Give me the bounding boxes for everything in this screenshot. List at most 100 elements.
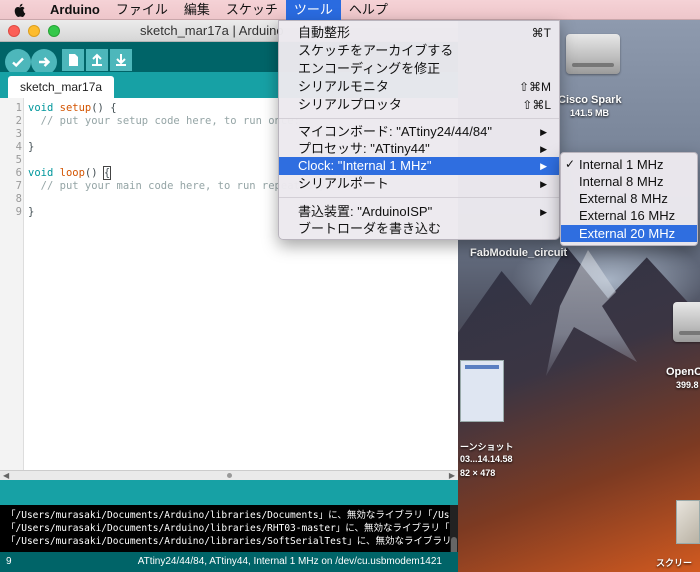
clock-option-external-8mhz[interactable]: External 8 MHz: [561, 190, 697, 207]
window-title: sketch_mar17a | Arduino: [140, 23, 284, 38]
submenu-arrow-icon: ▶: [540, 179, 547, 189]
menu-separator: [279, 118, 559, 119]
submenu-arrow-icon: ▶: [540, 161, 547, 171]
menu-item-archive-sketch[interactable]: スケッチをアーカイブする: [279, 42, 559, 60]
console-line: 「/Users/murasaki/Documents/Arduino/libra…: [6, 510, 458, 521]
menu-item-label: シリアルポート: [298, 176, 389, 191]
save-sketch-button[interactable]: [110, 49, 132, 71]
shortcut-label: ⌘T: [531, 26, 551, 40]
clock-option-label: External 20 MHz: [579, 226, 676, 241]
menu-item-label: シリアルモニタ: [298, 79, 389, 94]
menu-item-board[interactable]: マイコンボード: "ATtiny24/44/84" ▶: [279, 123, 559, 141]
code-line[interactable]: }: [28, 141, 34, 154]
open-arrow-icon: [92, 53, 102, 66]
console-vertical-scrollbar[interactable]: [450, 505, 458, 558]
menu-item-label: マイコンボード: "ATtiny24/44/84": [298, 124, 492, 139]
tools-menu-dropdown: 自動整形 ⌘T スケッチをアーカイブする エンコーディングを修正 シリアルモニタ ⇧…: [278, 20, 560, 240]
code-line[interactable]: void setup() {: [28, 102, 117, 115]
open-sketch-button[interactable]: [86, 49, 108, 71]
console-line: 「/Users/murasaki/Documents/Arduino/libra…: [6, 523, 458, 534]
fabmodule-folder-label[interactable]: FabModule_circuit: [470, 247, 567, 259]
menu-item-label: ブートローダを書き込む: [298, 221, 442, 236]
code-text: (): [84, 167, 104, 179]
menu-separator: [279, 197, 559, 198]
line-number: 9: [15, 206, 22, 218]
clock-option-internal-1mhz[interactable]: ✓ Internal 1 MHz: [561, 156, 697, 173]
menu-item-auto-format[interactable]: 自動整形 ⌘T: [279, 24, 559, 42]
menu-item-serial-plotter[interactable]: シリアルプロッタ ⇧⌘L: [279, 96, 559, 114]
cisco-spark-drive-icon[interactable]: [566, 34, 620, 74]
right-arrow-icon: [39, 57, 51, 67]
menu-edit[interactable]: 編集: [176, 0, 218, 20]
menu-help[interactable]: ヘルプ: [341, 0, 396, 20]
editor-horizontal-scrollbar[interactable]: ◀ ▶: [0, 470, 458, 480]
close-window-button[interactable]: [8, 25, 20, 37]
line-number: 7: [15, 180, 22, 192]
clock-option-external-20mhz[interactable]: External 20 MHz: [561, 225, 697, 242]
menu-arduino[interactable]: Arduino: [42, 0, 108, 20]
code-line[interactable]: void loop() {: [28, 166, 112, 180]
thumbnail-bar: [465, 365, 499, 369]
menu-item-serial-port[interactable]: シリアルポート ▶: [279, 175, 559, 193]
line-number: 1: [15, 102, 22, 114]
clock-option-internal-8mhz[interactable]: Internal 8 MHz: [561, 173, 697, 190]
screenshot-label-1[interactable]: ーンショット: [460, 440, 514, 453]
menu-file[interactable]: ファイル: [108, 0, 176, 20]
menu-item-label: プロセッサ: "ATtiny44": [298, 141, 430, 156]
line-number: 6: [15, 167, 22, 179]
keyword: void: [28, 102, 54, 114]
menu-item-label: 書込装置: "ArduinoISP": [298, 204, 433, 219]
checkmark-icon: [12, 57, 24, 68]
shortcut-label: ⇧⌘L: [522, 98, 551, 112]
function-name: setup: [53, 102, 92, 114]
scrollbar-grip[interactable]: [227, 473, 232, 478]
menu-item-serial-monitor[interactable]: シリアルモニタ ⇧⌘M: [279, 78, 559, 96]
file-label[interactable]: スクリー: [656, 556, 692, 569]
menu-item-label: Clock: "Internal 1 MHz": [298, 158, 432, 173]
line-number: 8: [15, 193, 22, 205]
new-file-icon: [69, 54, 78, 66]
menu-item-burn-bootloader[interactable]: ブートローダを書き込む: [279, 220, 559, 238]
new-sketch-button[interactable]: [62, 49, 84, 71]
submenu-arrow-icon: ▶: [540, 127, 547, 137]
openc-size: 399.8: [676, 380, 699, 390]
text-cursor-bracket: {: [102, 166, 112, 180]
status-board-info: ATtiny24/44/84, ATtiny44, Internal 1 MHz…: [137, 556, 442, 567]
code-line[interactable]: }: [28, 206, 34, 219]
clock-option-label: Internal 8 MHz: [579, 174, 664, 189]
checkmark-icon: ✓: [565, 157, 576, 171]
menu-sketch[interactable]: スケッチ: [218, 0, 286, 20]
menu-tools[interactable]: ツール: [285, 0, 341, 20]
status-line-number: 9: [6, 556, 12, 567]
apple-logo-icon[interactable]: [12, 2, 28, 18]
screenshot-thumbnail[interactable]: [460, 360, 504, 422]
line-number: 2: [15, 115, 22, 127]
openc-label[interactable]: OpenC: [666, 366, 700, 378]
menu-item-clock[interactable]: Clock: "Internal 1 MHz" ▶: [279, 157, 559, 175]
menu-item-label: エンコーディングを修正: [298, 61, 441, 76]
file-thumbnail[interactable]: [676, 500, 700, 544]
maximize-window-button[interactable]: [48, 25, 60, 37]
openc-drive-icon[interactable]: [673, 302, 700, 342]
message-bar: [0, 480, 458, 505]
clock-option-label: External 16 MHz: [579, 208, 676, 223]
macos-menu-bar: Arduino ファイル 編集 スケッチ ツール ヘルプ: [0, 0, 700, 20]
menu-item-fix-encoding[interactable]: エンコーディングを修正: [279, 60, 559, 78]
menu-item-programmer[interactable]: 書込装置: "ArduinoISP" ▶: [279, 203, 559, 221]
cisco-spark-label[interactable]: Cisco Spark: [558, 94, 622, 106]
clock-submenu: ✓ Internal 1 MHz Internal 8 MHz External …: [560, 152, 698, 246]
code-comment: // put your setup code here, to run once…: [40, 115, 300, 127]
save-arrow-icon: [116, 54, 126, 66]
minimize-window-button[interactable]: [28, 25, 40, 37]
code-line[interactable]: // put your setup code here, to run once…: [28, 115, 300, 128]
menu-item-label: 自動整形: [298, 25, 351, 40]
line-number: 3: [15, 128, 22, 140]
screenshot-label-2: 03...14.14.58: [460, 454, 513, 464]
console-output[interactable]: 「/Users/murasaki/Documents/Arduino/libra…: [0, 505, 458, 558]
clock-option-external-16mhz[interactable]: External 16 MHz: [561, 207, 697, 224]
tab-sketch[interactable]: sketch_mar17a: [8, 76, 115, 98]
menu-item-processor[interactable]: プロセッサ: "ATtiny44" ▶: [279, 140, 559, 158]
submenu-arrow-icon: ▶: [540, 144, 547, 154]
